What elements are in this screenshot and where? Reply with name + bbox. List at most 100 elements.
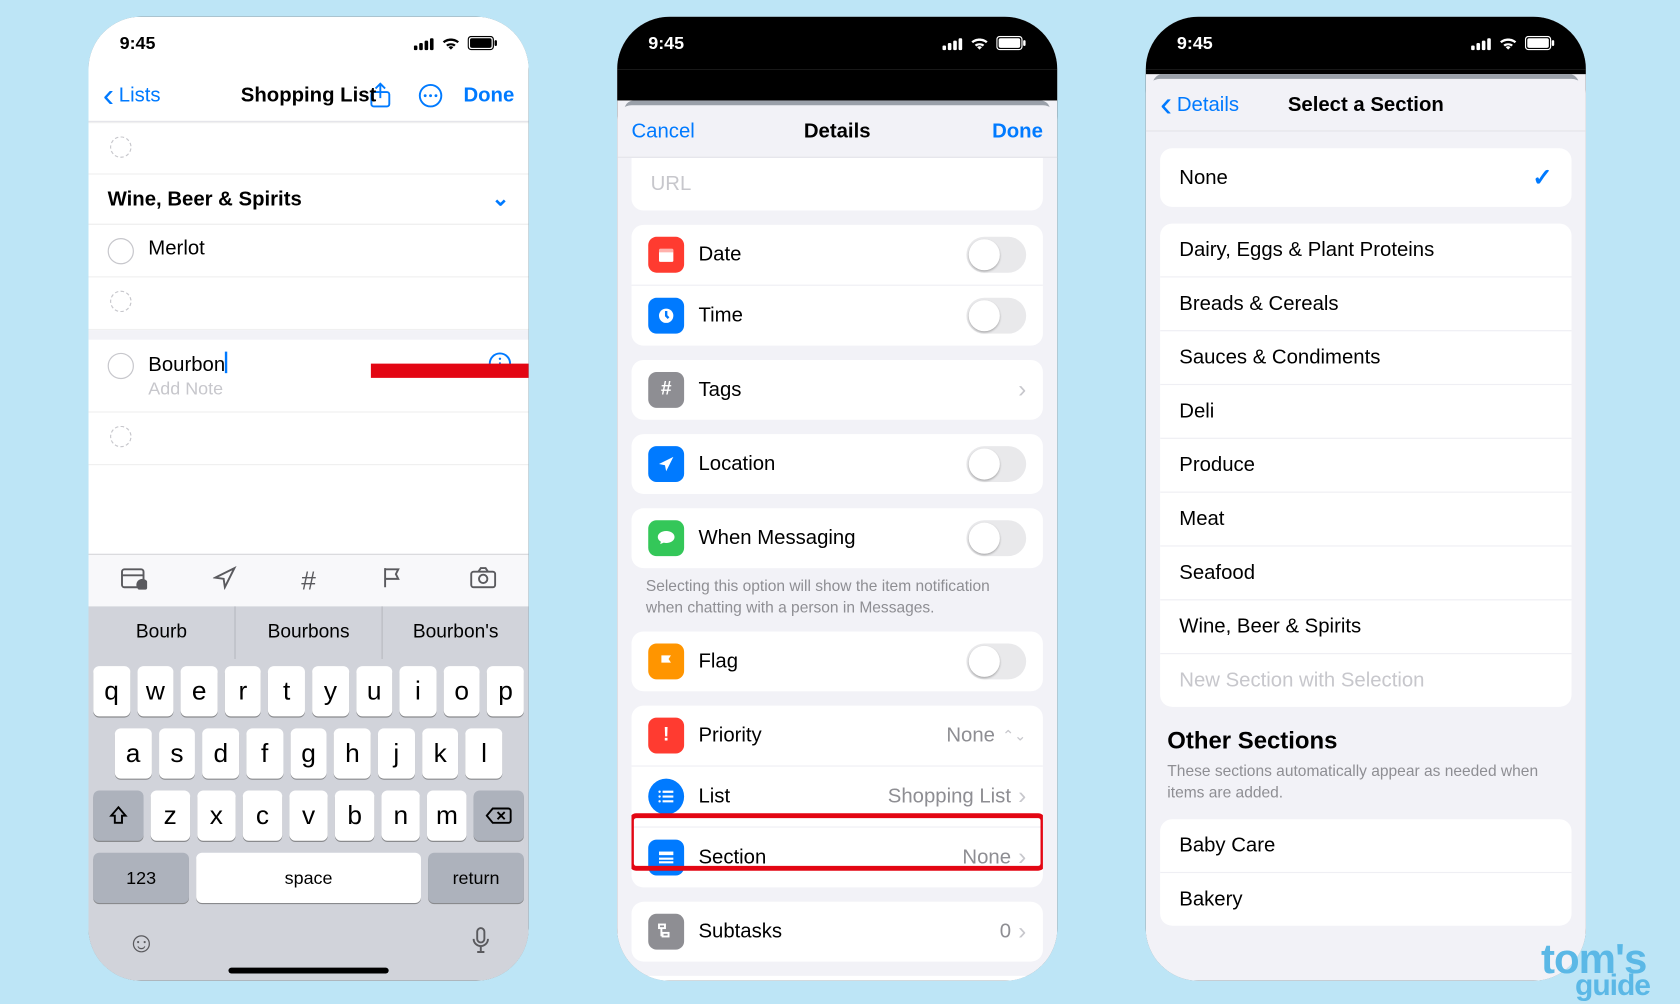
row-priority[interactable]: ! Priority None⌃⌄ [631,706,1042,766]
option-label: New Section with Selection [1179,669,1424,693]
key-y[interactable]: y [312,666,349,716]
location-icon[interactable] [212,566,236,596]
key-123[interactable]: 123 [93,853,189,903]
row-flag[interactable]: Flag [631,632,1042,692]
section-option[interactable]: Sauces & Condiments [1160,330,1571,384]
tag-icon[interactable]: # [301,565,316,596]
key-g[interactable]: g [290,728,327,778]
new-item-placeholder[interactable] [89,413,529,466]
dictation-icon[interactable] [471,927,490,962]
status-time: 9:45 [1177,33,1213,53]
key-s[interactable]: s [159,728,196,778]
back-label: Details [1177,93,1239,117]
back-to-lists-button[interactable]: Lists [103,78,161,111]
new-item-placeholder[interactable] [89,277,529,330]
option-label: Meat [1179,507,1224,531]
row-date[interactable]: Date [631,225,1042,285]
row-label: Flag [698,650,952,674]
toggle-messaging[interactable] [966,520,1026,556]
section-option[interactable]: Dairy, Eggs & Plant Proteins [1160,224,1571,277]
calendar-icon[interactable] [121,566,147,596]
key-q[interactable]: q [93,666,130,716]
key-space[interactable]: space [196,853,421,903]
key-j[interactable]: j [378,728,415,778]
row-tags[interactable]: # Tags › [631,360,1042,420]
other-section-option[interactable]: Bakery [1160,872,1571,926]
key-x[interactable]: x [197,791,236,841]
keyboard[interactable]: q w e r t y u i o p a s d f g h [89,659,529,981]
key-shift[interactable] [93,791,143,841]
reminder-row-bourbon[interactable]: Bourbon Add Note [89,330,529,413]
key-u[interactable]: u [356,666,393,716]
suggestion[interactable]: Bourbon's [383,606,529,659]
navbar-select-section: Details Select a Section [1146,79,1586,132]
done-button[interactable]: Done [463,83,514,107]
add-image-button[interactable]: Add Image [631,976,1042,981]
suggestion[interactable]: Bourbons [236,606,383,659]
row-section[interactable]: Section None› [631,827,1042,888]
status-time: 9:45 [120,33,156,53]
reminder-row-merlot[interactable]: Merlot [89,225,529,278]
cancel-button[interactable]: Cancel [631,119,694,143]
key-d[interactable]: d [203,728,240,778]
add-note-placeholder[interactable]: Add Note [148,379,509,399]
key-k[interactable]: k [422,728,459,778]
key-a[interactable]: a [115,728,152,778]
key-delete[interactable] [474,791,524,841]
row-time[interactable]: Time [631,285,1042,346]
key-z[interactable]: z [151,791,190,841]
key-l[interactable]: l [466,728,503,778]
done-button[interactable]: Done [992,119,1043,143]
section-option[interactable]: Produce [1160,438,1571,492]
key-i[interactable]: i [400,666,437,716]
key-o[interactable]: o [443,666,480,716]
row-list[interactable]: List Shopping List› [631,766,1042,827]
url-field[interactable]: URL [631,158,1042,211]
back-to-details-button[interactable]: Details [1160,93,1239,117]
key-h[interactable]: h [334,728,371,778]
key-v[interactable]: v [289,791,328,841]
flag-icon[interactable] [381,566,405,596]
toggle-date[interactable] [966,237,1026,273]
key-t[interactable]: t [268,666,305,716]
share-icon[interactable] [363,78,396,111]
camera-icon[interactable] [470,567,496,595]
row-location[interactable]: Location [631,434,1042,494]
section-option[interactable]: Breads & Cereals [1160,276,1571,330]
emoji-icon[interactable]: ☺ [127,927,156,962]
toggle-location[interactable] [966,446,1026,482]
key-w[interactable]: w [137,666,174,716]
key-b[interactable]: b [335,791,374,841]
key-return[interactable]: return [428,853,524,903]
reminder-circle-icon[interactable] [108,353,134,379]
section-header-wine[interactable]: Wine, Beer & Spirits ⌄ [89,175,529,225]
info-icon[interactable] [488,352,512,382]
key-c[interactable]: c [243,791,282,841]
key-r[interactable]: r [225,666,262,716]
section-option[interactable]: Meat [1160,492,1571,546]
key-n[interactable]: n [381,791,420,841]
option-label: Seafood [1179,561,1255,585]
key-e[interactable]: e [181,666,218,716]
new-item-placeholder[interactable] [89,122,529,175]
updown-icon: ⌃⌄ [1002,727,1026,744]
phone-shopping-list: 9:45 Lists Shopping List Done W [89,17,529,981]
key-m[interactable]: m [428,791,467,841]
details-scroll[interactable]: URL Date Time # [617,158,1057,981]
key-p[interactable]: p [487,666,524,716]
reminder-circle-icon[interactable] [108,238,134,264]
section-option-none[interactable]: None ✓ [1160,148,1571,207]
toggle-flag[interactable] [966,644,1026,680]
section-option[interactable]: Wine, Beer & Spirits [1160,599,1571,653]
row-messaging[interactable]: When Messaging [631,508,1042,568]
more-icon[interactable] [413,78,446,111]
home-indicator[interactable] [228,968,388,974]
suggestion[interactable]: Bourb [89,606,236,659]
toggle-time[interactable] [966,298,1026,334]
section-option[interactable]: Deli [1160,384,1571,438]
row-subtasks[interactable]: Subtasks 0› [631,902,1042,962]
section-option[interactable]: Seafood [1160,545,1571,599]
key-f[interactable]: f [246,728,283,778]
reminder-title-editing[interactable]: Bourbon [148,352,509,377]
other-section-option[interactable]: Baby Care [1160,819,1571,872]
